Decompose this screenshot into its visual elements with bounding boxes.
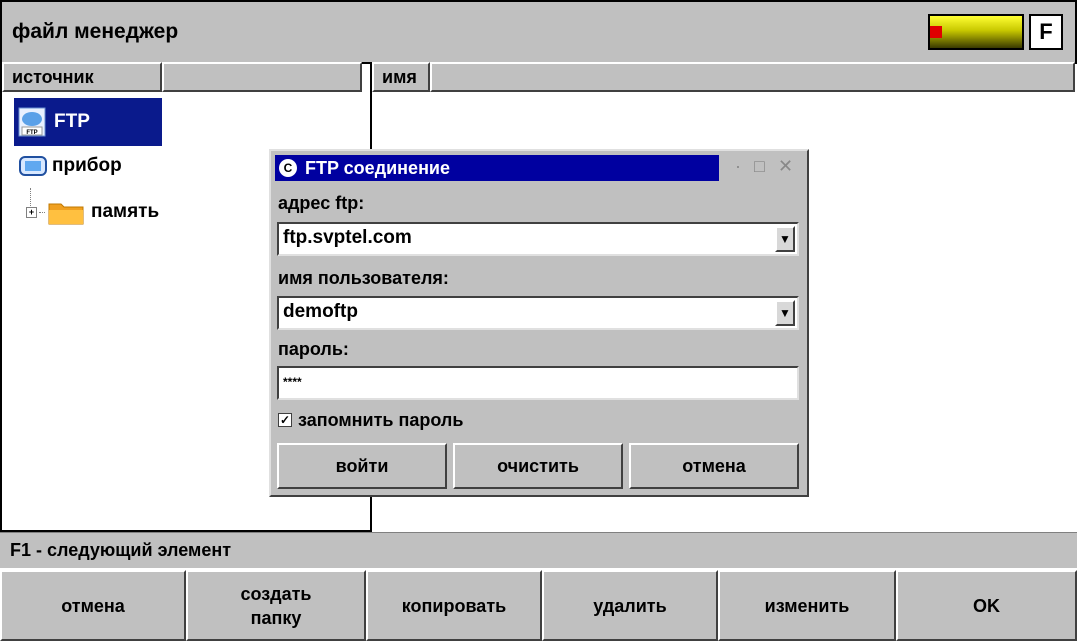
folder-icon <box>47 198 85 226</box>
password-field[interactable]: **** <box>277 366 799 400</box>
ftp-address-combobox[interactable]: ftp.svptel.com <box>277 222 799 256</box>
column-header-empty <box>162 62 362 92</box>
column-header-name[interactable]: имя <box>372 62 430 92</box>
copy-button[interactable]: копировать <box>366 570 542 641</box>
remember-password-label: запомнить пароль <box>298 410 464 430</box>
svg-text:FTP: FTP <box>26 130 37 136</box>
create-folder-button[interactable]: создать папку <box>186 570 366 641</box>
ftp-icon: FTP <box>18 107 46 137</box>
tree-item-ftp[interactable]: FTP FTP <box>14 98 162 146</box>
function-key-indicator: F <box>1029 14 1063 50</box>
delete-button[interactable]: удалить <box>542 570 718 641</box>
password-label: пароль: <box>278 339 349 359</box>
expand-icon[interactable]: + <box>26 206 37 218</box>
username-label: имя пользователя: <box>278 268 449 288</box>
status-hint: F1 - следующий элемент <box>10 540 232 560</box>
remember-password-checkbox[interactable]: ✓ <box>278 413 292 427</box>
tree-branch <box>39 211 45 213</box>
ftp-address-value: ftp.svptel.com <box>283 227 412 248</box>
device-icon <box>18 153 48 179</box>
ok-button[interactable]: OK <box>896 570 1077 641</box>
rename-button[interactable]: изменить <box>718 570 896 641</box>
battery-indicator <box>928 14 1024 50</box>
minimize-icon[interactable]: · <box>735 156 741 177</box>
tree-item-label: память <box>91 201 160 222</box>
tree-item-label: FTP <box>54 111 90 132</box>
chevron-down-icon[interactable]: ▼ <box>775 226 795 252</box>
dialog-app-icon: C <box>279 159 297 177</box>
cancel-button[interactable]: отмена <box>0 570 186 641</box>
dialog-title: FTP соединение <box>275 155 719 181</box>
column-header-empty-right <box>430 62 1075 92</box>
password-value: **** <box>283 375 302 389</box>
chevron-down-icon[interactable]: ▼ <box>775 300 795 326</box>
maximize-icon[interactable]: □ <box>754 156 765 177</box>
tree-item-device[interactable]: прибор <box>14 148 184 184</box>
dialog-cancel-button[interactable]: отмена <box>629 443 799 489</box>
window-title: файл менеджер <box>12 20 179 43</box>
ftp-address-label: адрес ftp: <box>278 193 365 213</box>
tree-item-memory[interactable]: + память <box>14 188 214 232</box>
tree-item-label: прибор <box>52 155 122 176</box>
close-icon[interactable]: ✕ <box>778 156 793 177</box>
username-combobox[interactable]: demoftp <box>277 296 799 330</box>
column-header-source[interactable]: источник <box>2 62 162 92</box>
tree-connector <box>30 188 32 206</box>
username-value: demoftp <box>283 301 358 322</box>
login-button[interactable]: войти <box>277 443 447 489</box>
clear-button[interactable]: очистить <box>453 443 623 489</box>
battery-low-marker <box>930 26 942 38</box>
